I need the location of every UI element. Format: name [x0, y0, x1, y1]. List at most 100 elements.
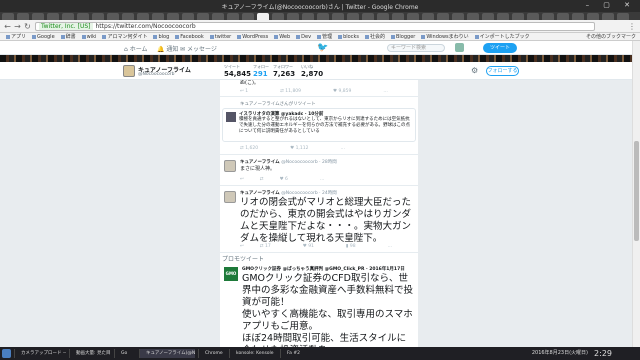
retweet-icon[interactable]: ⇄ — [260, 177, 264, 182]
nav-notifications[interactable]: 🔔 通知 — [157, 44, 178, 53]
tweet-actions[interactable]: ↩ 1 ⇄ 11,809 ♥ 9,859 … — [240, 89, 404, 94]
browser-tab[interactable] — [542, 13, 554, 20]
secure-badge[interactable]: Twitter, Inc. [US] — [39, 23, 93, 30]
browser-tab[interactable] — [197, 13, 209, 20]
browser-tab[interactable] — [137, 13, 149, 20]
browser-tab[interactable] — [482, 13, 494, 20]
taskbar-item[interactable]: Fa #2 — [280, 349, 300, 358]
tweet-item[interactable]: キュアノーフライム @Nocoocoocorb · 24時間 リオの閉会式がマリ… — [220, 187, 418, 253]
profile-handle[interactable]: @Nocoocoocorb — [138, 72, 175, 77]
like-icon[interactable]: ♥ 91 — [303, 244, 330, 249]
browser-tab[interactable] — [392, 13, 404, 20]
browser-tab[interactable] — [287, 13, 299, 20]
bookmark-item[interactable]: Blogger — [390, 33, 415, 40]
bookmark-item[interactable]: Facebook — [175, 33, 204, 40]
browser-tab[interactable] — [422, 13, 434, 20]
taskbar-item[interactable]: 動画大量: 見た目 — [69, 349, 111, 358]
reply-icon[interactable]: ↩ 1 — [240, 89, 264, 94]
browser-tab[interactable] — [572, 13, 584, 20]
tweet-author[interactable]: キュアノーフライム @Nocoocoocorb · 24時間 — [240, 190, 337, 196]
tweet-author[interactable]: キュアノーフライム @Nocoocoocorb · 28時間 — [240, 159, 337, 165]
bookmark-other[interactable]: その他のブックマーク — [586, 33, 636, 40]
browser-tab[interactable] — [587, 13, 599, 20]
start-menu-icon[interactable] — [2, 349, 11, 358]
clock-date[interactable]: 2016年8月23日(火曜日) — [532, 349, 588, 358]
retweet-icon[interactable]: ⇄ 11,809 — [280, 89, 317, 94]
taskbar-item[interactable]: キュアノーフライム(@Noco... — [139, 349, 195, 358]
nav-messages[interactable]: ✉ メッセージ — [180, 44, 217, 53]
tweet-item[interactable]: ぬ(こ)。 ↩ 1 ⇄ 11,809 ♥ 9,859… — [220, 80, 418, 97]
url-text[interactable]: https://twitter.com/Nocoocoocorb — [96, 23, 196, 30]
browser-tab[interactable] — [92, 13, 104, 20]
scrollbar-thumb[interactable] — [634, 141, 639, 241]
address-input[interactable]: Twitter, Inc. [US] https://twitter.com/No… — [35, 22, 595, 31]
promoted-tweet[interactable]: GMO GMOクリック証券 @ぱっちゃう真評判 @GMO_Click_PR · … — [220, 262, 418, 347]
stat-likes[interactable]: いいね 2,870 — [301, 64, 323, 78]
browser-tab[interactable] — [512, 13, 524, 20]
tweet-actions[interactable]: ↩ ⇄ ♥ 6 … — [240, 177, 340, 182]
browser-tab[interactable] — [527, 13, 539, 20]
bookmark-item[interactable]: 管理 — [317, 33, 332, 40]
user-avatar[interactable] — [455, 43, 464, 52]
bookmark-item[interactable]: blocks — [338, 33, 359, 40]
bookmark-item[interactable]: WordPress — [237, 33, 268, 40]
browser-tab[interactable] — [62, 13, 74, 20]
gear-icon[interactable]: ⚙ — [471, 66, 481, 76]
bookmark-item[interactable]: Windowsまわりい — [421, 33, 469, 40]
bookmark-item[interactable]: Dev — [296, 33, 311, 40]
tweet-actions[interactable]: ⇄ 1,620 ♥ 1,112… — [240, 146, 361, 151]
browser-tab[interactable] — [347, 13, 359, 20]
follow-button[interactable]: フォローする — [486, 66, 519, 76]
stat-tweets[interactable]: ツイート 54,845 — [224, 64, 251, 78]
bookmark-item[interactable]: wiki — [81, 33, 96, 40]
more-icon[interactable]: … — [320, 177, 325, 182]
browser-tab[interactable] — [122, 13, 134, 20]
browser-tab[interactable] — [182, 13, 194, 20]
browser-tab[interactable] — [152, 13, 164, 20]
clock-time[interactable]: 2:29 — [594, 347, 612, 360]
like-icon[interactable]: ♥ 6 — [280, 177, 304, 182]
bookmark-item[interactable]: Google — [32, 33, 55, 40]
browser-tab[interactable] — [2, 13, 14, 20]
browser-tab[interactable] — [407, 13, 419, 20]
menu-icon[interactable]: ⋮ — [628, 22, 636, 31]
taskbar-item[interactable]: カメラアップロード — Dolphin — [14, 349, 66, 358]
back-icon[interactable]: ← — [3, 22, 12, 31]
tweet-actions[interactable]: ↩ ⇄ 17 ♥ 91 ▮ 98… — [240, 244, 408, 249]
window-controls[interactable]: – ▢ ✕ — [586, 1, 636, 9]
tweet-button[interactable]: ツイート — [483, 43, 517, 53]
scrollbar[interactable] — [632, 41, 640, 347]
bookmark-item[interactable]: blog — [153, 33, 169, 40]
browser-tab[interactable] — [452, 13, 464, 20]
like-icon[interactable]: ♥ 9,859 — [333, 89, 367, 94]
nav-home[interactable]: ⌂ ホーム — [124, 44, 148, 53]
reply-icon[interactable]: ↩ — [240, 177, 244, 182]
taskbar-item[interactable]: konsole: Kensole — [229, 349, 277, 358]
browser-tab[interactable] — [557, 13, 569, 20]
twitter-bird-icon[interactable]: 🐦 — [317, 43, 328, 53]
browser-tab[interactable] — [167, 13, 179, 20]
search-input[interactable]: キーワード検索 — [387, 44, 445, 52]
browser-tab[interactable] — [257, 13, 269, 20]
bookmark-item[interactable]: twitter — [209, 33, 231, 40]
bookmark-item[interactable]: Web — [274, 33, 290, 40]
browser-tab[interactable] — [302, 13, 314, 20]
retweet-icon[interactable]: ⇄ 17 — [260, 244, 287, 249]
browser-tab[interactable] — [32, 13, 44, 20]
browser-tab[interactable] — [47, 13, 59, 20]
more-icon[interactable]: … — [383, 89, 388, 94]
browser-tab[interactable] — [17, 13, 29, 20]
stat-followers[interactable]: フォロワー 7,263 — [273, 64, 295, 78]
browser-tab[interactable] — [227, 13, 239, 20]
browser-tab[interactable] — [242, 13, 254, 20]
browser-tab[interactable] — [437, 13, 449, 20]
browser-tab[interactable] — [332, 13, 344, 20]
taskbar-item[interactable]: Chrome — [198, 349, 226, 358]
browser-tab[interactable] — [497, 13, 509, 20]
tweet-item[interactable]: キュアノーフライムさんがリツイート イスラリオタの演算 @yakadc · 10… — [220, 98, 418, 155]
promo-avatar[interactable]: GMO — [224, 267, 238, 281]
browser-tab[interactable] — [212, 13, 224, 20]
stat-following[interactable]: フォロー 291 — [253, 64, 269, 78]
like-icon[interactable]: ♥ 1,112 — [290, 146, 324, 151]
browser-tab[interactable] — [377, 13, 389, 20]
